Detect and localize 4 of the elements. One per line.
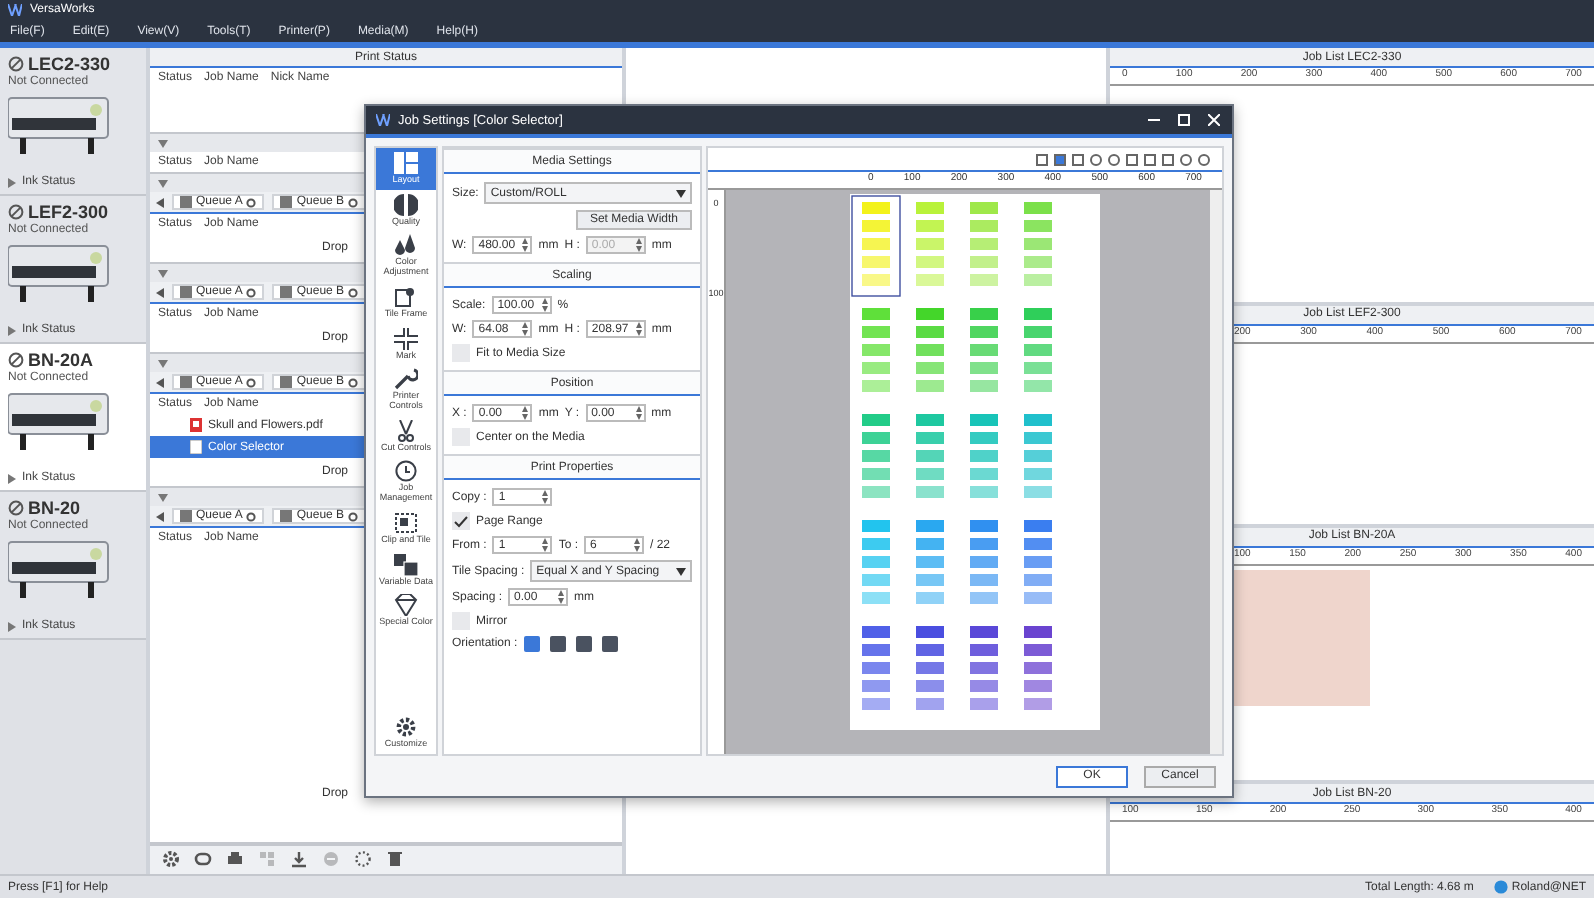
printer-name: LEC2-330: [28, 54, 111, 74]
printer-name: LEF2-300: [28, 202, 109, 222]
printer-name: BN-20: [28, 498, 81, 518]
printer-name: BN-20A: [28, 350, 94, 370]
